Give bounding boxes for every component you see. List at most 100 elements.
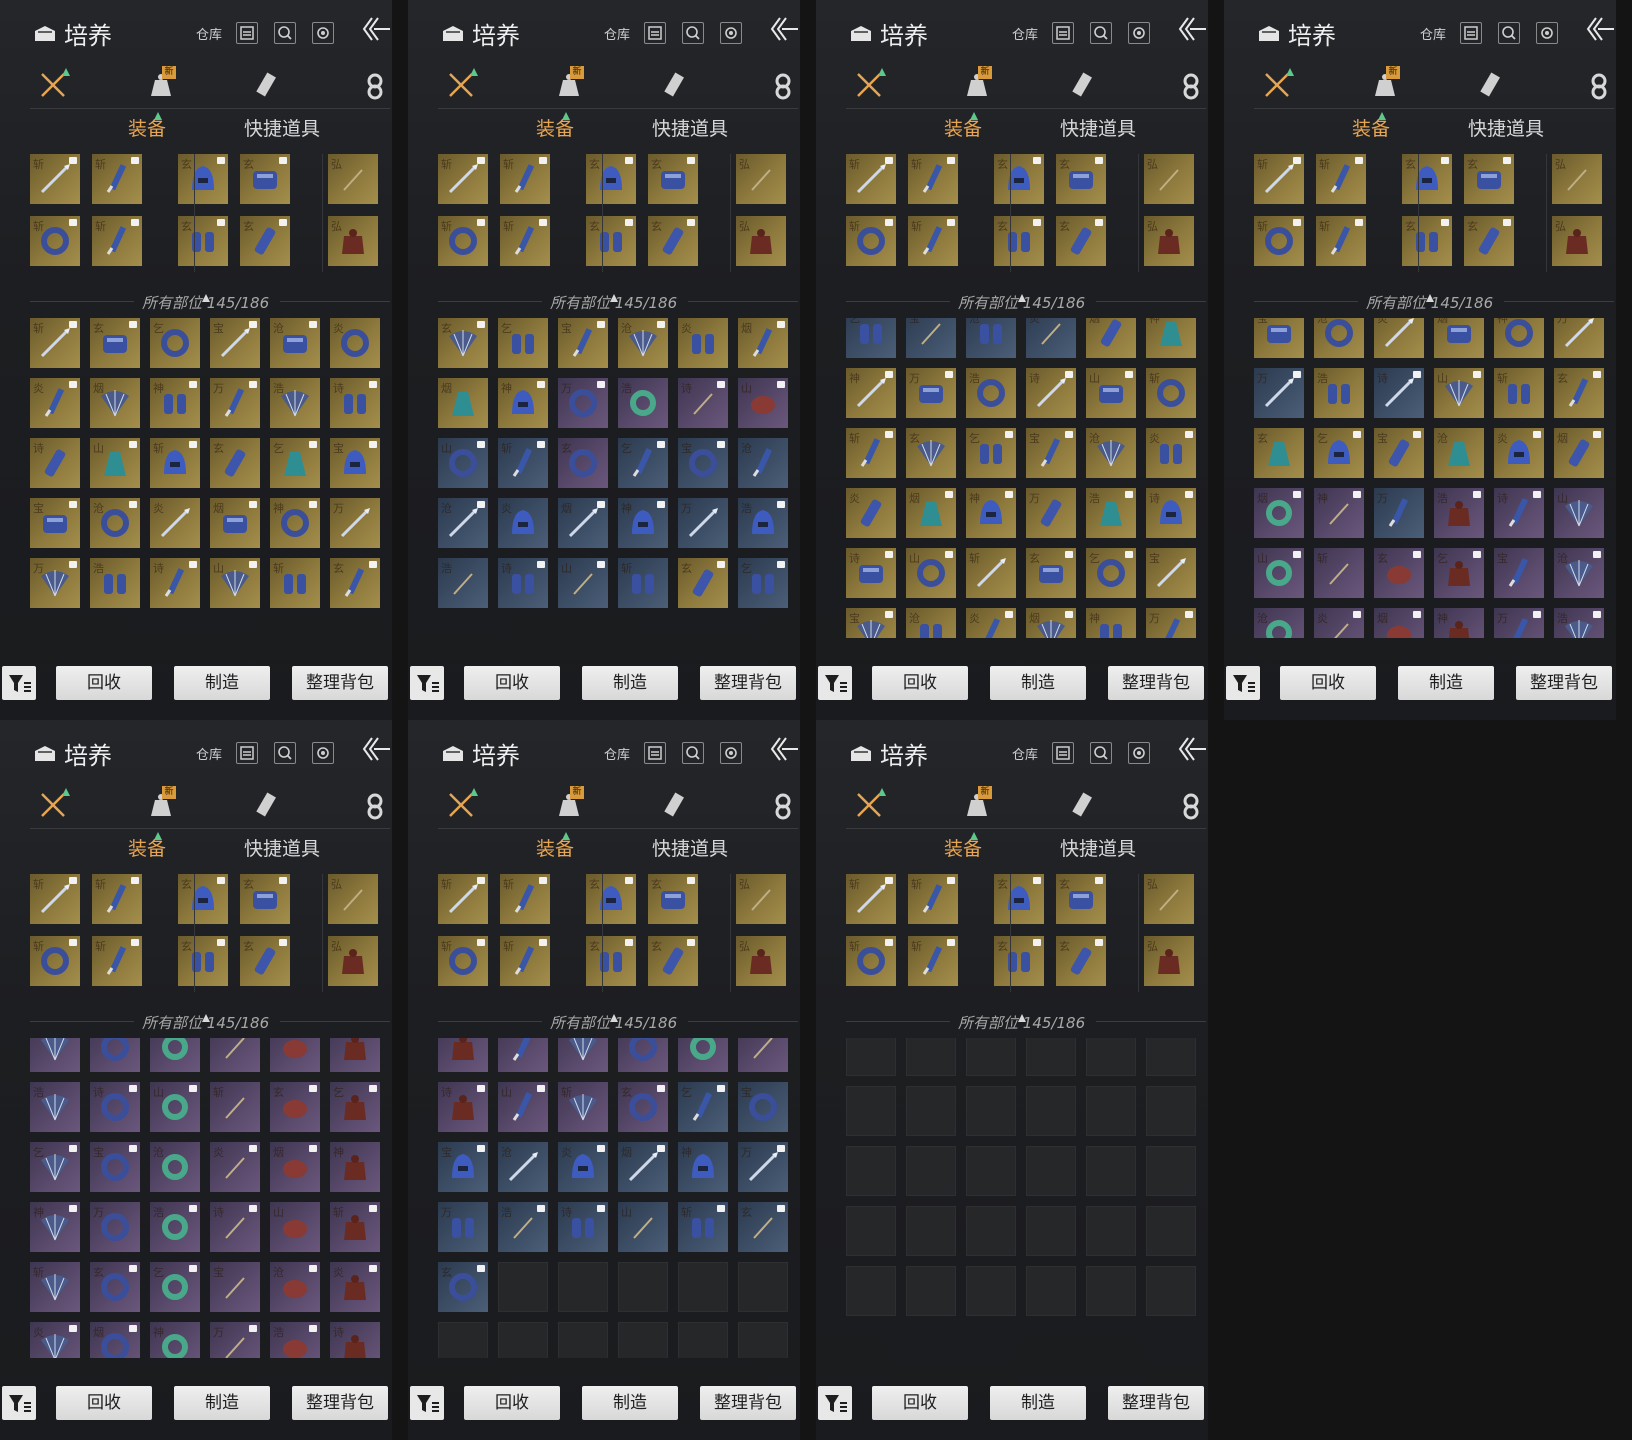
- tab-portrait-icon[interactable]: [768, 70, 798, 100]
- inventory-item[interactable]: 玄: [1026, 548, 1076, 598]
- sort-bag-button[interactable]: 整理背包: [700, 1386, 796, 1420]
- inventory-item[interactable]: 诗: [1146, 488, 1196, 538]
- filter-icon[interactable]: [1226, 666, 1260, 700]
- empty-slot[interactable]: [1026, 1206, 1076, 1256]
- back-arrow-icon[interactable]: [1586, 16, 1614, 42]
- recycle-button[interactable]: 回收: [56, 1386, 152, 1420]
- inventory-item[interactable]: 神: [498, 378, 548, 428]
- inventory-item[interactable]: 烟: [1086, 318, 1136, 358]
- inventory-item[interactable]: 宝: [90, 1142, 140, 1192]
- inventory-item[interactable]: 诗: [738, 1038, 788, 1072]
- inventory-item[interactable]: 玄: [1374, 548, 1424, 598]
- inventory-item[interactable]: 宝: [438, 1142, 488, 1192]
- empty-slot[interactable]: [498, 1262, 548, 1312]
- search-icon[interactable]: [1090, 742, 1112, 764]
- inventory-item[interactable]: 万: [1554, 318, 1604, 358]
- inventory-item[interactable]: 炎: [90, 1038, 140, 1072]
- inventory-item[interactable]: 宝: [1374, 428, 1424, 478]
- inventory-grid[interactable]: [846, 1038, 1208, 1358]
- inventory-item[interactable]: 山: [1554, 488, 1604, 538]
- equipped-slot[interactable]: 玄: [586, 874, 636, 924]
- sort-bag-button[interactable]: 整理背包: [700, 666, 796, 700]
- inventory-item[interactable]: 宝: [1146, 548, 1196, 598]
- warehouse-label[interactable]: 仓库: [604, 24, 630, 43]
- inventory-item[interactable]: 斩: [330, 1202, 380, 1252]
- tab-scroll-icon[interactable]: [1068, 790, 1098, 820]
- inventory-item[interactable]: 烟: [618, 1142, 668, 1192]
- inventory-item[interactable]: 浩: [1086, 488, 1136, 538]
- inventory-item[interactable]: 沧: [438, 498, 488, 548]
- inventory-item[interactable]: 山: [438, 438, 488, 488]
- inventory-item[interactable]: 神: [270, 498, 320, 548]
- back-arrow-icon[interactable]: [362, 16, 390, 42]
- inventory-item[interactable]: 诗: [498, 558, 548, 608]
- inventory-item[interactable]: 玄: [270, 1082, 320, 1132]
- inventory-item[interactable]: 炎: [210, 1142, 260, 1192]
- filter-icon[interactable]: [2, 666, 36, 700]
- inventory-item[interactable]: 炎: [150, 498, 200, 548]
- equipped-slot[interactable]: 玄: [994, 216, 1044, 266]
- inventory-item[interactable]: 乞: [678, 1082, 728, 1132]
- inventory-item[interactable]: 浩: [1554, 608, 1604, 638]
- empty-slot[interactable]: [846, 1086, 896, 1136]
- tab-equipment-crossed-swords-icon[interactable]: [1262, 68, 1294, 100]
- tab-scroll-icon[interactable]: [1476, 70, 1506, 100]
- inventory-item[interactable]: 宝: [1254, 318, 1304, 358]
- empty-slot[interactable]: [1146, 1086, 1196, 1136]
- tab-equipment-crossed-swords-icon[interactable]: [446, 68, 478, 100]
- inventory-item[interactable]: 炎: [1314, 608, 1364, 638]
- search-icon[interactable]: [274, 22, 296, 44]
- empty-slot[interactable]: [558, 1262, 608, 1312]
- equipped-slot[interactable]: 斩: [500, 154, 550, 204]
- inventory-item[interactable]: 炎: [558, 1142, 608, 1192]
- tab-pouch-icon[interactable]: 新: [554, 786, 584, 820]
- empty-slot[interactable]: [966, 1038, 1016, 1076]
- inventory-item[interactable]: 玄: [210, 438, 260, 488]
- equipped-slot[interactable]: 斩: [908, 936, 958, 986]
- inventory-item[interactable]: 浩: [618, 378, 668, 428]
- inventory-item[interactable]: 斩: [1314, 548, 1364, 598]
- inventory-item[interactable]: 沧: [966, 318, 1016, 358]
- search-icon[interactable]: [682, 742, 704, 764]
- search-icon[interactable]: [682, 22, 704, 44]
- inventory-item[interactable]: 神: [1146, 318, 1196, 358]
- equipped-slot[interactable]: 弘: [328, 936, 378, 986]
- empty-slot[interactable]: [618, 1262, 668, 1312]
- inventory-item[interactable]: 炎: [330, 318, 380, 368]
- tab-scroll-icon[interactable]: [252, 70, 282, 100]
- back-arrow-icon[interactable]: [1178, 16, 1206, 42]
- inventory-item[interactable]: 神: [846, 368, 896, 418]
- equipped-slot[interactable]: 弘: [1552, 154, 1602, 204]
- inventory-item[interactable]: 万: [330, 498, 380, 548]
- empty-slot[interactable]: [1026, 1146, 1076, 1196]
- warehouse-label[interactable]: 仓库: [196, 24, 222, 43]
- empty-slot[interactable]: [1086, 1206, 1136, 1256]
- warehouse-label[interactable]: 仓库: [1420, 24, 1446, 43]
- settings-gear-icon[interactable]: [720, 22, 742, 44]
- inventory-item[interactable]: 浩: [498, 1202, 548, 1252]
- equipped-slot[interactable]: 玄: [240, 936, 290, 986]
- settings-gear-icon[interactable]: [1128, 742, 1150, 764]
- inventory-item[interactable]: 玄: [738, 1202, 788, 1252]
- inventory-grid[interactable]: 玄乞宝沧炎烟烟神万浩诗山山斩玄乞宝沧沧炎烟神万浩浩诗山斩玄乞: [438, 318, 800, 638]
- filter-icon[interactable]: [410, 666, 444, 700]
- inventory-item[interactable]: 神: [1314, 488, 1364, 538]
- inventory-item[interactable]: 沧: [30, 1038, 80, 1072]
- tab-scroll-icon[interactable]: [660, 70, 690, 100]
- inventory-item[interactable]: 浩: [678, 1038, 728, 1072]
- empty-slot[interactable]: [438, 1322, 488, 1358]
- equipped-slot[interactable]: 玄: [240, 154, 290, 204]
- empty-slot[interactable]: [1146, 1266, 1196, 1316]
- empty-slot[interactable]: [1026, 1266, 1076, 1316]
- inventory-item[interactable]: 山: [498, 1082, 548, 1132]
- empty-slot[interactable]: [498, 1322, 548, 1358]
- inventory-item[interactable]: 沧: [738, 438, 788, 488]
- inventory-item[interactable]: 乞: [270, 438, 320, 488]
- equipped-slot[interactable]: 斩: [500, 874, 550, 924]
- craft-button[interactable]: 制造: [174, 666, 270, 700]
- empty-slot[interactable]: [1086, 1146, 1136, 1196]
- inventory-item[interactable]: 万: [210, 378, 260, 428]
- equipped-slot[interactable]: 斩: [846, 154, 896, 204]
- equipped-slot[interactable]: 玄: [1056, 154, 1106, 204]
- equipped-slot[interactable]: 斩: [500, 216, 550, 266]
